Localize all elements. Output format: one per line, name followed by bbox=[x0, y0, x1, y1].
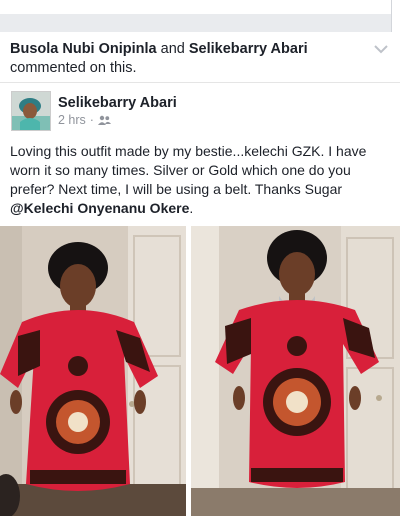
dot-separator: · bbox=[89, 113, 94, 127]
post-author[interactable]: Selikebarry Abari bbox=[58, 95, 177, 111]
post-time[interactable]: 2 hrs bbox=[58, 113, 86, 127]
activity-user-2[interactable]: Selikebarry Abari bbox=[189, 41, 308, 57]
avatar[interactable] bbox=[11, 91, 51, 131]
activity-joiner: and bbox=[156, 41, 189, 57]
post-text-end: . bbox=[189, 200, 194, 216]
friends-icon bbox=[97, 115, 111, 125]
post-meta: 2 hrs · bbox=[58, 113, 111, 127]
post-body: Loving this outfit made by my bestie...k… bbox=[10, 142, 394, 218]
activity-banner: Busola Nubi Onipinla and Selikebarry Aba… bbox=[0, 32, 400, 83]
activity-user-1[interactable]: Busola Nubi Onipinla bbox=[10, 41, 157, 57]
post-photo-1[interactable] bbox=[0, 226, 186, 516]
post-text: Loving this outfit made by my bestie...k… bbox=[10, 143, 367, 197]
previous-card-edge bbox=[0, 0, 392, 14]
activity-suffix: commented on this. bbox=[10, 60, 137, 76]
mention-link[interactable]: @Kelechi Onyenanu Okere bbox=[10, 200, 189, 216]
post-photo-2[interactable] bbox=[191, 226, 400, 516]
feed-gap bbox=[0, 0, 400, 32]
activity-text: Busola Nubi Onipinla and Selikebarry Aba… bbox=[10, 40, 350, 78]
chevron-down-icon[interactable] bbox=[374, 44, 388, 54]
